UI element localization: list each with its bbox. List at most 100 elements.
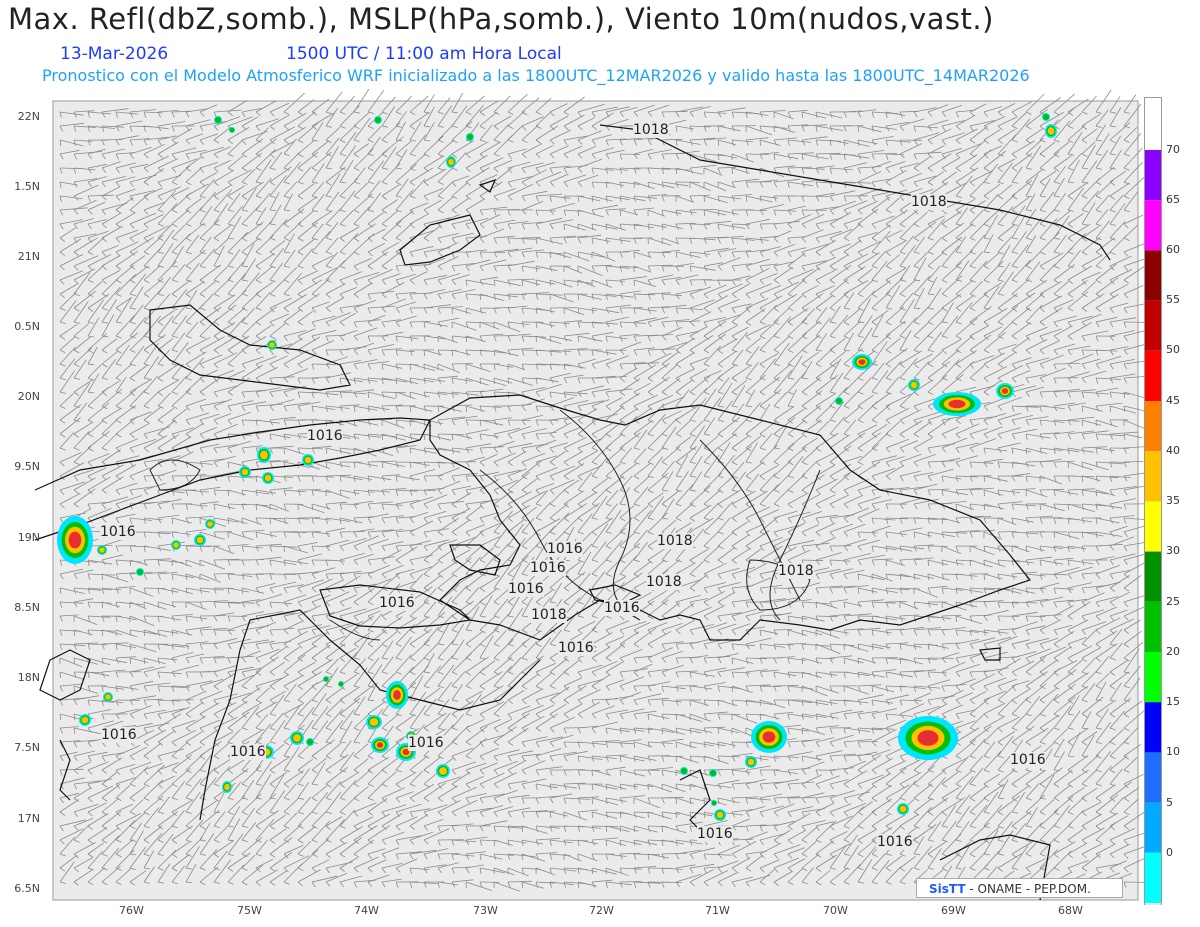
storm-cell	[467, 134, 473, 140]
lon-label: 68W	[1058, 904, 1083, 917]
colorbar-swatch	[1145, 300, 1161, 351]
colorbar-label: 70	[1166, 143, 1180, 156]
storm-cell	[293, 734, 301, 742]
storm-cell	[1047, 127, 1055, 135]
isobar-label: 1016	[100, 524, 136, 540]
isobar-label: 1016	[408, 735, 444, 751]
storm-cell	[196, 536, 204, 544]
colorbar-label: 65	[1166, 193, 1180, 206]
lon-label: 74W	[354, 904, 379, 917]
storm-cell	[716, 811, 724, 819]
colorbar-label: 50	[1166, 343, 1180, 356]
colorbar-swatch	[1145, 451, 1161, 502]
storm-cell	[369, 718, 379, 726]
storm-cell	[224, 783, 230, 791]
lon-label: 72W	[589, 904, 614, 917]
storm-cell	[710, 770, 716, 776]
isobar-label: 1016	[604, 600, 640, 616]
storm-cell	[910, 381, 918, 389]
isobar-label: 1016	[547, 541, 583, 557]
colorbar-label: 35	[1166, 494, 1180, 507]
isobar-label: 1016	[230, 744, 266, 760]
storm-cell	[747, 758, 755, 766]
colorbar-swatch	[1145, 702, 1161, 753]
storm-cell	[338, 681, 344, 687]
lat-label: 1.5N	[14, 180, 40, 193]
colorbar-label: 45	[1166, 394, 1180, 407]
isobar-label: 1016	[1010, 752, 1046, 768]
colorbar-swatch	[1145, 652, 1161, 703]
isobar-label: 1018	[633, 122, 669, 138]
colorbar	[1144, 97, 1162, 905]
storm-cell	[81, 716, 89, 724]
colorbar-swatch	[1145, 752, 1161, 803]
isobar-label: 1016	[508, 581, 544, 597]
colorbar-swatch	[1145, 852, 1161, 903]
lon-label: 73W	[473, 904, 498, 917]
colorbar-label: 20	[1166, 645, 1180, 658]
storm-cell	[269, 342, 275, 348]
lat-label: 6.5N	[14, 882, 40, 895]
lon-label: 69W	[941, 904, 966, 917]
storm-cell	[917, 730, 939, 746]
lat-label: 21N	[17, 250, 40, 263]
colorbar-label: 0	[1166, 846, 1173, 859]
colorbar-swatch	[1145, 150, 1161, 201]
isobar-label: 1016	[697, 826, 733, 842]
storm-cell	[264, 474, 272, 482]
colorbar-label: 15	[1166, 695, 1180, 708]
colorbar-label: 40	[1166, 444, 1180, 457]
storm-cell	[858, 359, 866, 365]
storm-cell	[207, 521, 213, 527]
colorbar-swatch	[1145, 802, 1161, 853]
storm-cell	[173, 542, 179, 548]
colorbar-label: 30	[1166, 544, 1180, 557]
storm-cell	[376, 742, 384, 748]
colorbar-swatch	[1145, 551, 1161, 602]
colorbar-swatch	[1145, 350, 1161, 401]
colorbar-swatch	[1145, 250, 1161, 301]
storm-cell	[323, 676, 329, 682]
credit-text: - ONAME - PEP.DOM.	[965, 882, 1091, 896]
storm-cell	[215, 117, 221, 123]
lon-label: 71W	[705, 904, 730, 917]
storm-cell	[304, 456, 312, 464]
storm-cell	[762, 731, 776, 743]
lat-label: 0.5N	[14, 320, 40, 333]
isobar-label: 1016	[307, 428, 343, 444]
storm-cell	[448, 158, 454, 166]
lat-label: 20N	[17, 390, 40, 403]
isobar-label: 1018	[911, 194, 947, 210]
weather-map	[34, 88, 1152, 901]
lat-label: 8.5N	[14, 601, 40, 614]
storm-cell	[241, 468, 249, 476]
colorbar-swatch	[1145, 401, 1161, 452]
lat-label: 7.5N	[14, 741, 40, 754]
storm-cell	[105, 694, 111, 700]
storm-cell	[1043, 114, 1049, 120]
colorbar-label: 55	[1166, 293, 1180, 306]
storm-cell	[137, 569, 143, 575]
storm-cell	[260, 450, 268, 460]
colorbar-label: 25	[1166, 595, 1180, 608]
isobar-label: 1018	[646, 574, 682, 590]
sistt-logo: SisTT	[929, 882, 966, 896]
lon-label: 70W	[823, 904, 848, 917]
storm-cell	[375, 117, 381, 123]
isobar-label: 1016	[379, 595, 415, 611]
storm-cell	[99, 547, 105, 553]
storm-cell	[393, 690, 401, 700]
isobar-label: 1016	[877, 834, 913, 850]
storm-cell	[899, 805, 907, 813]
isobar-label: 1018	[531, 607, 567, 623]
lat-label: 18N	[17, 671, 40, 684]
lat-label: 9.5N	[14, 460, 40, 473]
storm-cell	[439, 767, 447, 775]
colorbar-swatch	[1145, 200, 1161, 251]
isobar-label: 1016	[558, 640, 594, 656]
lat-label: 22N	[17, 110, 40, 123]
lon-label: 75W	[237, 904, 262, 917]
storm-cell	[948, 399, 966, 409]
isobar-label: 1016	[101, 727, 137, 743]
colorbar-label: 10	[1166, 745, 1180, 758]
